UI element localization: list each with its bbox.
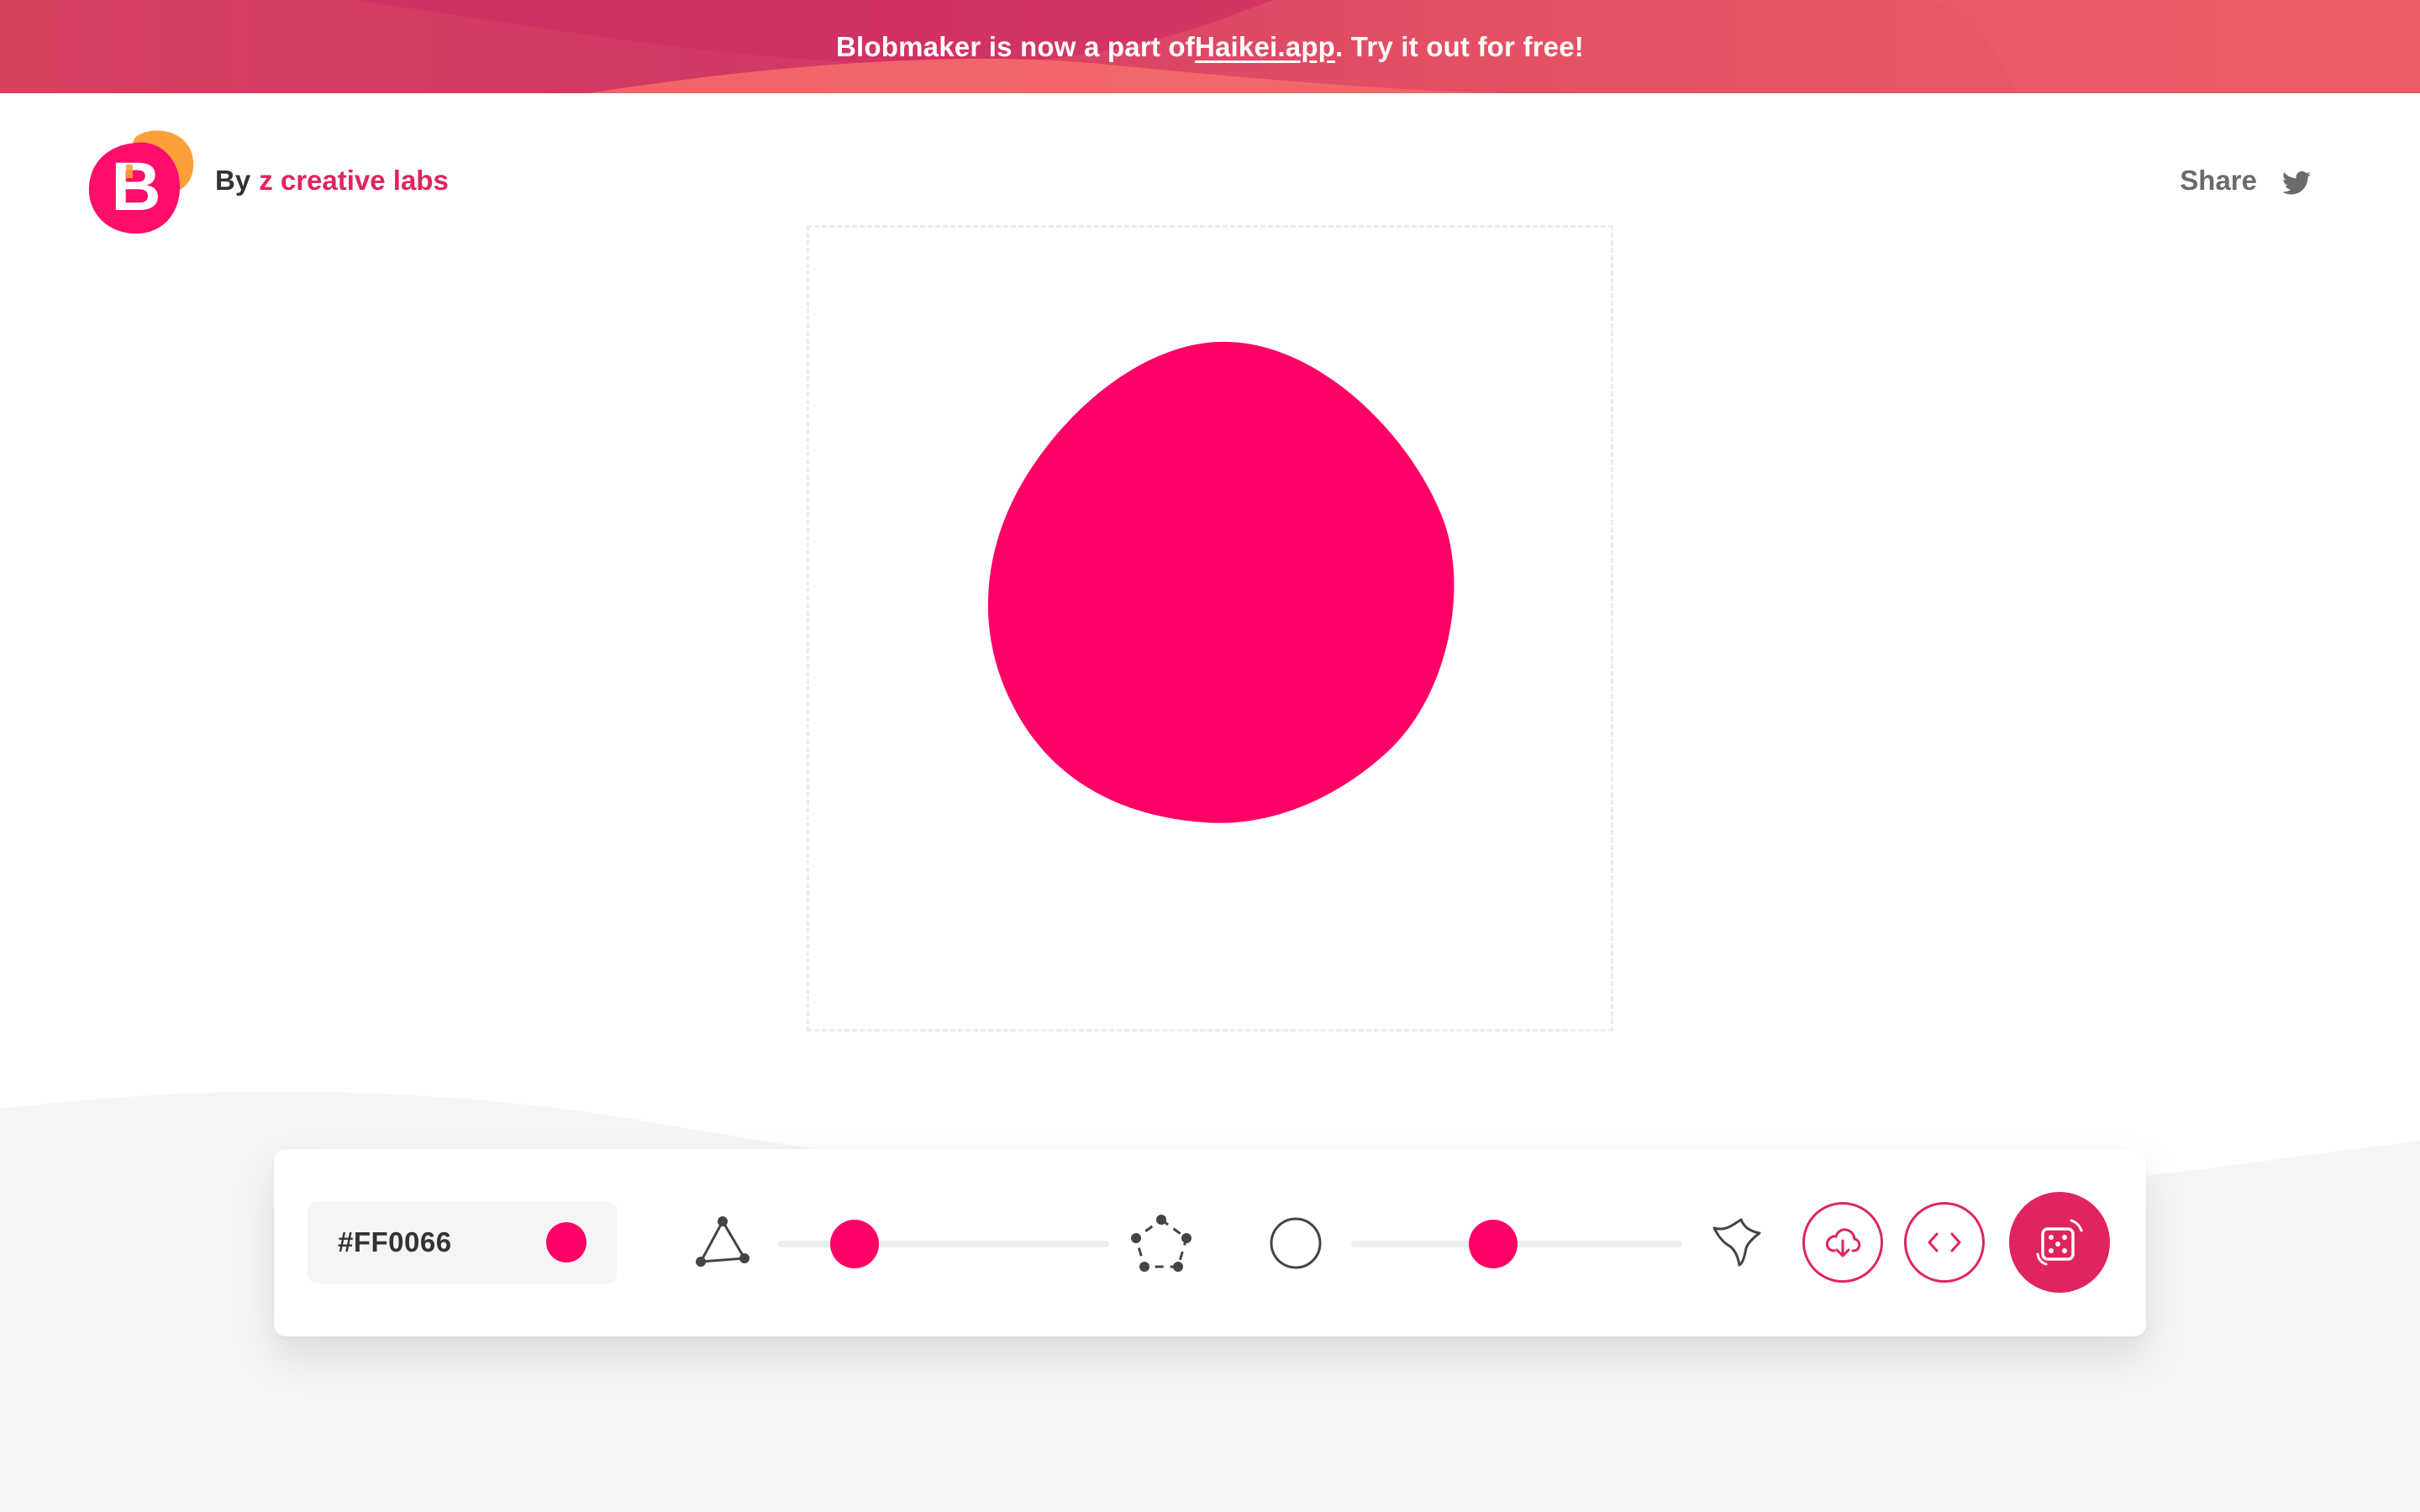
share-label[interactable]: Share bbox=[2180, 165, 2257, 197]
z-creative-labs-link[interactable]: z creative labs bbox=[259, 165, 449, 197]
circle-icon bbox=[1270, 1217, 1322, 1269]
code-button[interactable] bbox=[1904, 1202, 1985, 1283]
banner-message: Blobmaker is now a part of Haikei.app . … bbox=[0, 0, 2420, 93]
by-label: By bbox=[215, 165, 251, 196]
pentagon-nodes-icon bbox=[1131, 1215, 1192, 1272]
code-icon bbox=[1928, 1232, 1961, 1252]
spiky-blob-icon bbox=[1712, 1218, 1761, 1267]
svg-text:B: B bbox=[111, 149, 160, 225]
complexity-slider[interactable] bbox=[778, 1220, 1109, 1268]
color-input[interactable]: #FF0066 bbox=[308, 1201, 617, 1284]
promo-banner: Blobmaker is now a part of Haikei.app . … bbox=[0, 0, 2420, 93]
blob-preview[interactable] bbox=[809, 228, 1611, 1029]
complexity-slider-thumb[interactable] bbox=[829, 1220, 879, 1268]
blob-canvas bbox=[807, 225, 1613, 1032]
byline: By z creative labs bbox=[215, 165, 449, 197]
contrast-slider[interactable] bbox=[1351, 1220, 1682, 1268]
cloud-download-icon bbox=[1825, 1228, 1861, 1257]
controls-toolbar: #FF0066 bbox=[274, 1149, 2146, 1336]
banner-text-before: Blobmaker is now a part of bbox=[836, 30, 1195, 62]
blob-shape bbox=[987, 341, 1455, 823]
twitter-icon[interactable] bbox=[2282, 171, 2311, 196]
haikei-link[interactable]: Haikei.app bbox=[1195, 31, 1335, 63]
download-button[interactable] bbox=[1802, 1202, 1883, 1283]
contrast-slider-thumb[interactable] bbox=[1469, 1220, 1518, 1268]
randomize-button[interactable] bbox=[2009, 1192, 2110, 1293]
share-area: Share bbox=[2180, 165, 2311, 197]
banner-text-after: . Try it out for free! bbox=[1335, 30, 1584, 62]
color-swatch[interactable] bbox=[546, 1222, 587, 1263]
triangle-nodes-icon bbox=[696, 1216, 750, 1267]
dice-icon bbox=[2036, 1219, 2083, 1266]
blobmaker-logo[interactable]: B bbox=[87, 128, 197, 237]
color-hex-value[interactable]: #FF0066 bbox=[338, 1226, 452, 1258]
